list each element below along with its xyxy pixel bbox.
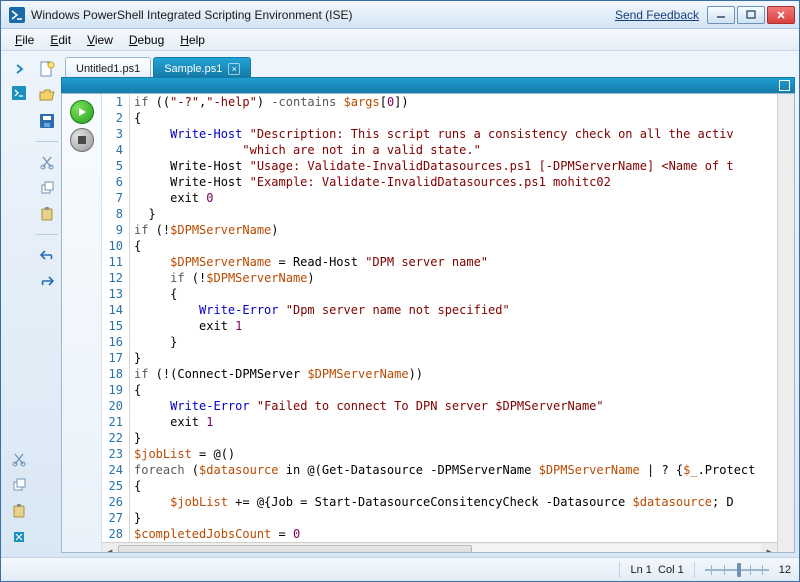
cut-icon-2[interactable]	[37, 152, 57, 172]
scroll-left-icon[interactable]: ◄	[102, 544, 118, 552]
ps-prompt-icon[interactable]	[9, 83, 29, 103]
new-file-icon[interactable]	[37, 59, 57, 79]
scroll-right-icon[interactable]: ►	[761, 544, 777, 552]
workspace: Untitled1.ps1 Sample.ps1 ×	[1, 51, 799, 557]
window-title: Windows PowerShell Integrated Scripting …	[31, 8, 352, 22]
window-root: Windows PowerShell Integrated Scripting …	[0, 0, 800, 582]
save-file-icon[interactable]	[37, 111, 57, 131]
tab-untitled1[interactable]: Untitled1.ps1	[65, 57, 151, 77]
file-toolbar	[33, 55, 61, 553]
titlebar[interactable]: Windows PowerShell Integrated Scripting …	[1, 1, 799, 29]
undo-icon[interactable]	[37, 245, 57, 265]
tab-label: Sample.ps1	[164, 60, 222, 78]
editor-frame: 1234567891011121314151617181920212223242…	[61, 93, 795, 553]
minimize-button[interactable]	[707, 6, 735, 24]
restore-pane-icon[interactable]	[779, 80, 790, 91]
redo-icon[interactable]	[37, 271, 57, 291]
editor-viewport[interactable]: 1234567891011121314151617181920212223242…	[102, 94, 777, 552]
clear-icon[interactable]	[9, 527, 29, 547]
maximize-button[interactable]	[737, 6, 765, 24]
open-file-icon[interactable]	[37, 85, 57, 105]
cut-icon[interactable]	[9, 449, 29, 469]
copy-icon-2[interactable]	[37, 178, 57, 198]
horizontal-scrollbar[interactable]: ◄ ►	[102, 542, 777, 552]
zoom-slider[interactable]	[705, 565, 769, 575]
menu-file[interactable]: File	[7, 31, 42, 49]
editor-tabbar: Untitled1.ps1 Sample.ps1 ×	[61, 55, 795, 77]
menu-view[interactable]: View	[79, 31, 121, 49]
tab-close-icon[interactable]: ×	[228, 63, 240, 75]
close-button[interactable]	[767, 6, 795, 24]
copy-icon[interactable]	[9, 475, 29, 495]
statusbar: Ln 1 Col 1 12	[1, 557, 799, 581]
menu-debug[interactable]: Debug	[121, 31, 172, 49]
clipboard-tools-group	[9, 449, 29, 547]
menu-help[interactable]: Help	[172, 31, 213, 49]
code-area[interactable]: if (("-?","-help") -contains $args[0]){ …	[130, 94, 777, 542]
run-button[interactable]	[70, 100, 94, 124]
run-toolbar	[62, 94, 102, 552]
editor-panel: Untitled1.ps1 Sample.ps1 ×	[61, 55, 795, 553]
paste-icon[interactable]	[9, 501, 29, 521]
window-controls	[707, 6, 795, 24]
powershell-icon	[9, 7, 25, 23]
chevron-right-icon[interactable]	[9, 59, 29, 79]
command-pane-strip	[5, 55, 33, 553]
vertical-scrollbar[interactable]	[777, 94, 794, 552]
zoom-value: 12	[779, 564, 791, 576]
stop-button[interactable]	[70, 128, 94, 152]
menubar: File Edit View Debug Help	[1, 29, 799, 51]
menu-edit[interactable]: Edit	[42, 31, 79, 49]
send-feedback-link[interactable]: Send Feedback	[615, 8, 699, 22]
paste-icon-2[interactable]	[37, 204, 57, 224]
tab-label: Untitled1.ps1	[76, 60, 140, 78]
status-line: Ln 1 Col 1	[630, 564, 683, 576]
line-number-gutter: 1234567891011121314151617181920212223242…	[102, 94, 130, 542]
tab-sample[interactable]: Sample.ps1 ×	[153, 57, 251, 77]
editor-header-strip	[61, 77, 795, 93]
scroll-thumb[interactable]	[118, 545, 472, 553]
